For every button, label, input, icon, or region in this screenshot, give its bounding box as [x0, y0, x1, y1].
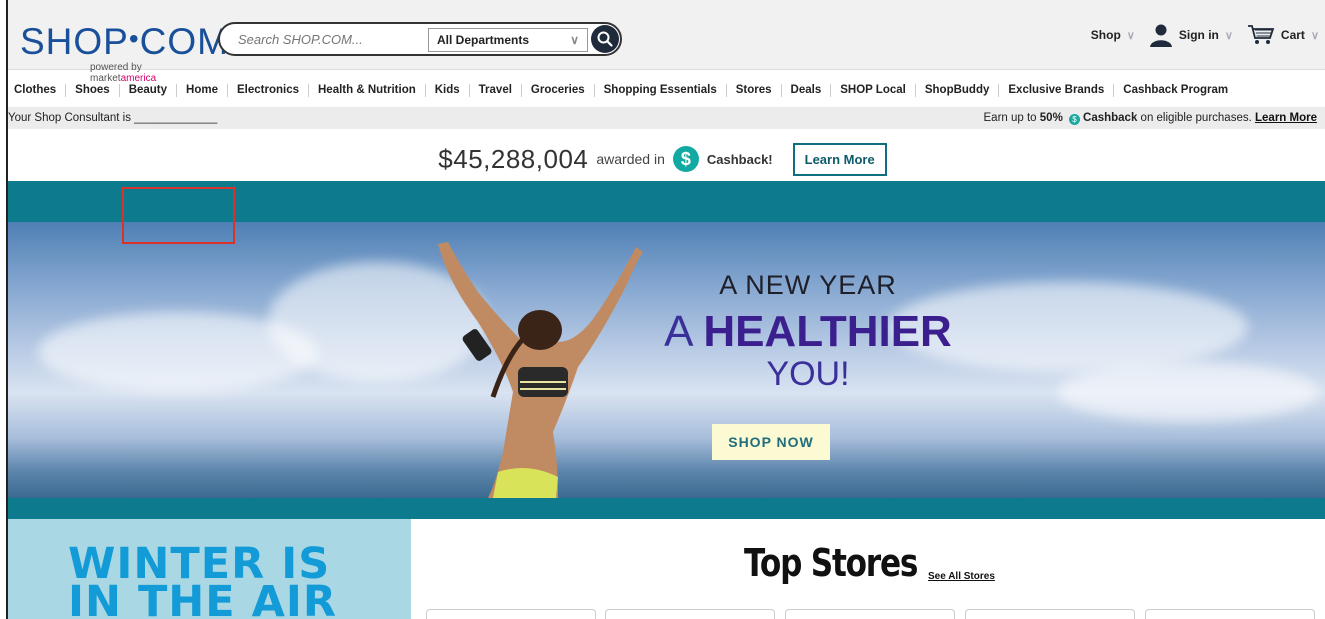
category-nav: Clothes Shoes Beauty Home Electronics He… [8, 78, 1237, 102]
store-card[interactable] [605, 609, 775, 619]
hero-line-3: YOU! [766, 355, 850, 393]
signin-menu[interactable]: Sign in ∨ [1149, 23, 1233, 47]
hero-banner[interactable]: A NEW YEAR A HEALTHIER YOU! SHOP NOW [8, 222, 1325, 498]
nav-item-home[interactable]: Home [177, 83, 228, 97]
shop-menu[interactable]: Shop ∨ [1091, 28, 1135, 42]
nav-item-travel[interactable]: Travel [470, 83, 522, 97]
department-value: All Departments [437, 33, 530, 47]
cashback-award-banner: $45,288,004 awarded in $ Cashback! Learn… [0, 138, 1325, 180]
search-bar: All Departments ∨ [218, 22, 622, 56]
award-cashback-label: Cashback! [706, 151, 773, 167]
store-card[interactable] [426, 609, 596, 619]
chevron-down-icon: ∨ [570, 33, 579, 47]
nav-item-health-nutrition[interactable]: Health & Nutrition [309, 83, 426, 97]
nav-item-cashback-program[interactable]: Cashback Program [1114, 84, 1237, 97]
chevron-down-icon: ∨ [1126, 29, 1135, 42]
site-header: SHOP•COM® powered by marketamerica All D… [8, 0, 1325, 84]
hero-headline: A NEW YEAR A HEALTHIER YOU! [608, 270, 1008, 394]
hero-line-1: A NEW YEAR [719, 270, 897, 300]
cloud-shape [1058, 362, 1318, 422]
nav-item-shop-local[interactable]: SHOP Local [831, 83, 916, 97]
cart-icon [1247, 25, 1275, 44]
consultant-bar: Your Shop Consultant is _____________ Ea… [8, 107, 1325, 129]
nav-item-shopping-essentials[interactable]: Shopping Essentials [595, 83, 727, 97]
hero-line-2: A HEALTHIER [664, 307, 952, 356]
award-text: awarded in [596, 151, 665, 167]
shop-com-logo[interactable]: SHOP•COM® powered by marketamerica [20, 12, 238, 84]
see-all-stores-link[interactable]: See All Stores [928, 571, 995, 582]
chevron-down-icon: ∨ [1310, 29, 1319, 42]
winter-promo-banner[interactable]: WINTER IS IN THE AIR [8, 519, 411, 619]
cart-label: Cart [1280, 28, 1305, 42]
user-icon [1149, 24, 1172, 47]
hero-bottom-band [8, 498, 1325, 519]
header-actions: Shop ∨ Sign in ∨ Cart ∨ [1091, 20, 1319, 50]
store-card[interactable] [785, 609, 955, 619]
award-amount: $45,288,004 [438, 143, 589, 174]
signin-label: Sign in [1178, 28, 1219, 42]
shop-label: Shop [1090, 28, 1121, 42]
shop-now-button[interactable]: SHOP NOW [712, 424, 830, 460]
top-stores-section: Top Stores See All Stores [411, 519, 1325, 619]
promo-percent: 50% [1039, 111, 1063, 124]
cashback-icon: $ [672, 146, 699, 172]
logo-wordmark: SHOP•COM® [20, 21, 238, 62]
cashback-promo: Earn up to 50% $ Cashback on eligible pur… [984, 112, 1317, 125]
nav-item-clothes[interactable]: Clothes [8, 83, 67, 97]
winter-headline: WINTER IS IN THE AIR [68, 543, 338, 619]
promo-learn-more-link[interactable]: Learn More [1255, 112, 1317, 124]
winter-line-2: IN THE AIR [68, 577, 338, 619]
promo-suffix: on eligible purchases. [1137, 111, 1252, 124]
highlight-marker [122, 187, 235, 244]
search-icon [597, 31, 613, 47]
nav-item-shoes[interactable]: Shoes [66, 83, 120, 97]
learn-more-button[interactable]: Learn More [792, 142, 887, 176]
top-stores-title: Top Stores [744, 541, 918, 585]
department-select[interactable]: All Departments ∨ [428, 28, 588, 52]
nav-item-exclusive-brands[interactable]: Exclusive Brands [999, 83, 1115, 97]
cashback-icon: $ [1069, 113, 1081, 125]
store-card[interactable] [965, 609, 1135, 619]
promo-prefix: Earn up to [983, 111, 1040, 124]
nav-item-electronics[interactable]: Electronics [228, 83, 309, 97]
consultant-text: Your Shop Consultant is _____________ [8, 112, 218, 124]
store-card[interactable] [1145, 609, 1315, 619]
promo-cashback: Cashback [1083, 111, 1138, 124]
search-button[interactable] [591, 25, 619, 53]
search-input[interactable] [220, 31, 425, 47]
nav-item-deals[interactable]: Deals [782, 83, 832, 97]
nav-item-groceries[interactable]: Groceries [522, 83, 595, 97]
chevron-down-icon: ∨ [1224, 29, 1233, 42]
nav-item-kids[interactable]: Kids [426, 83, 470, 97]
cart-menu[interactable]: Cart ∨ [1247, 24, 1319, 46]
nav-item-shopbuddy[interactable]: ShopBuddy [916, 83, 1000, 97]
nav-item-stores[interactable]: Stores [727, 83, 782, 97]
nav-item-beauty[interactable]: Beauty [120, 83, 178, 97]
